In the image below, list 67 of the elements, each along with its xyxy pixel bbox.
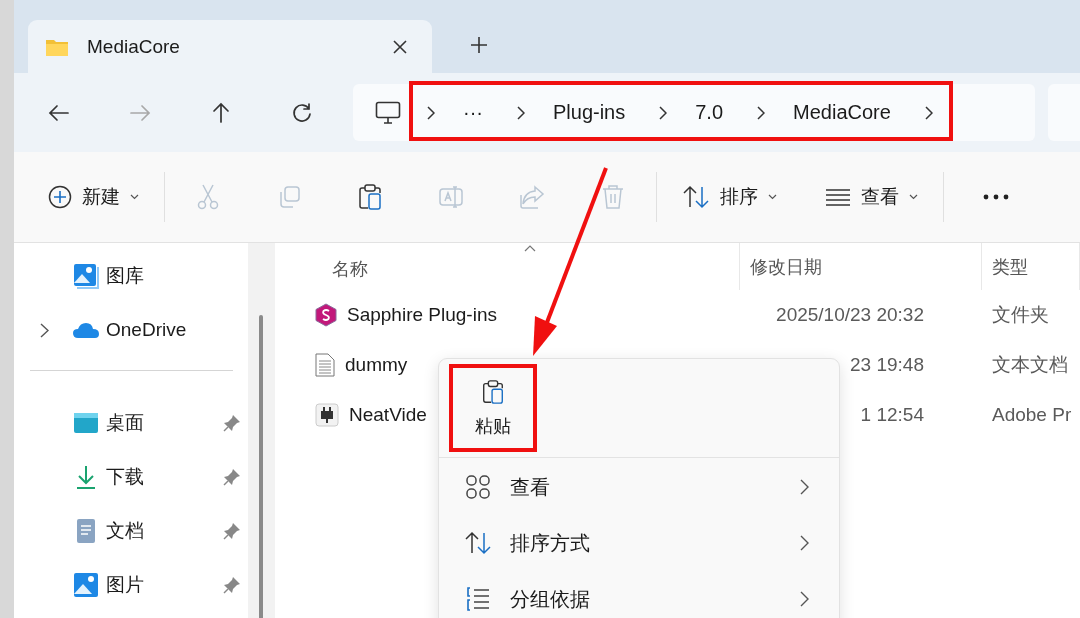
- menu-item[interactable]: 查看: [439, 460, 839, 514]
- sidebar-item[interactable]: OneDrive: [14, 303, 248, 357]
- chevron-icon: [427, 105, 435, 120]
- text-file-icon: [315, 353, 335, 377]
- desktop-icon: [72, 412, 100, 434]
- file-name[interactable]: Sapphire Plug-ins: [347, 304, 497, 326]
- new-button[interactable]: 新建: [40, 178, 147, 216]
- menu-item[interactable]: 排序方式: [439, 516, 839, 570]
- column-header[interactable]: 修改日期: [750, 254, 822, 279]
- table-cell: Adobe Pr: [992, 404, 1072, 426]
- sidebar-item[interactable]: 文档: [14, 504, 248, 558]
- sort-button[interactable]: 排序: [674, 178, 785, 216]
- sort-caret-icon[interactable]: [524, 245, 536, 252]
- file-name[interactable]: dummy: [345, 354, 408, 376]
- pin-icon[interactable]: [223, 576, 241, 594]
- list-icon: [825, 188, 851, 206]
- pin-icon[interactable]: [223, 414, 241, 432]
- breadcrumb-item[interactable]: MediaCore: [793, 101, 891, 124]
- window-tab[interactable]: MediaCore: [28, 20, 432, 73]
- tab-title: MediaCore: [87, 35, 181, 58]
- caret-icon: [768, 194, 777, 200]
- chevron-icon: [659, 105, 668, 120]
- chevron-icon: [757, 105, 766, 120]
- hexagon-icon: [315, 303, 337, 327]
- sidebar-item[interactable]: 图库: [14, 249, 248, 303]
- group-list-icon: [464, 586, 492, 612]
- plug-icon: [315, 403, 339, 427]
- table-cell: 2025/10/23 20:32: [776, 304, 924, 326]
- chevron-icon: [924, 105, 933, 120]
- cloud-icon: [72, 321, 100, 339]
- new-tab-icon[interactable]: [470, 36, 488, 54]
- paste-icon[interactable]: [356, 183, 384, 211]
- pin-icon[interactable]: [223, 522, 241, 540]
- more-icon[interactable]: [983, 194, 1009, 200]
- sort-icon: [682, 185, 710, 209]
- column-header[interactable]: 类型: [992, 254, 1028, 279]
- file-name[interactable]: NeatVide: [349, 404, 427, 426]
- pin-icon[interactable]: [223, 468, 241, 486]
- table-cell: 23 19:48: [850, 354, 924, 376]
- breadcrumb-item[interactable]: 7.0: [695, 101, 724, 124]
- scrollbar[interactable]: [259, 315, 263, 618]
- breadcrumb-item[interactable]: ···: [463, 101, 483, 124]
- refresh-icon[interactable]: [290, 100, 314, 125]
- picture-icon: [72, 572, 100, 598]
- close-icon[interactable]: [392, 38, 408, 55]
- table-cell-text: 文件夹: [992, 303, 1049, 327]
- table-cell-text: 文本文档: [992, 353, 1068, 377]
- sidebar-item[interactable]: 桌面: [14, 396, 248, 450]
- gallery-icon: [72, 263, 100, 289]
- caret-icon: [909, 194, 918, 200]
- computer-icon: [375, 100, 401, 125]
- chevron-icon: [517, 105, 525, 120]
- column-header[interactable]: 名称: [332, 256, 368, 281]
- paste-icon: [480, 378, 506, 406]
- view-button[interactable]: 查看: [817, 178, 926, 216]
- sort-icon: [464, 531, 492, 555]
- sidebar-item[interactable]: 图片: [14, 558, 248, 612]
- caret-icon: [130, 194, 139, 200]
- table-cell: 1 12:54: [860, 404, 924, 426]
- address-bar[interactable]: ··· Plug-ins 7.0 MediaCore: [353, 84, 1035, 141]
- paste-button[interactable]: 粘贴: [453, 368, 533, 448]
- add-icon: [48, 185, 72, 209]
- breadcrumb-item[interactable]: Plug-ins: [553, 101, 626, 124]
- sidebar-item[interactable]: 下载: [14, 450, 248, 504]
- grid-icon: [464, 474, 492, 500]
- menu-item[interactable]: 分组依据: [439, 572, 839, 618]
- chevron-icon[interactable]: [39, 322, 49, 338]
